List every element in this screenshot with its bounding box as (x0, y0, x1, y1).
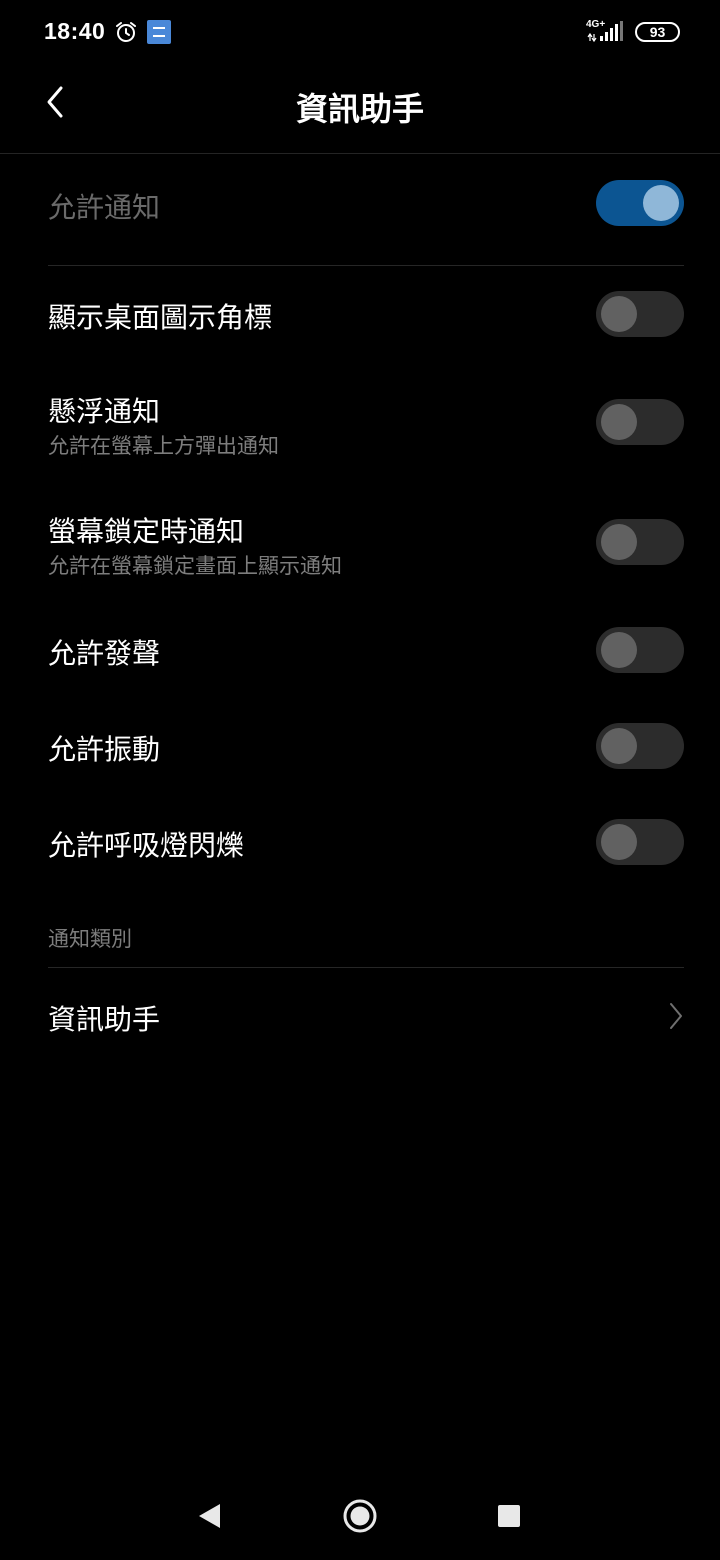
category-title: 資訊助手 (48, 1003, 161, 1036)
signal-strength-icon (587, 21, 623, 43)
setting-row-allow-vibration[interactable]: 允許振動 (0, 716, 720, 780)
setting-row-floating-notifications[interactable]: 懸浮通知 允許在螢幕上方彈出通知 (0, 386, 720, 466)
toggle-knob (601, 524, 637, 560)
setting-title: 顯示桌面圖示角標 (48, 301, 273, 334)
toggle-lockscreen-notifications[interactable] (596, 519, 684, 565)
setting-row-allow-sound[interactable]: 允許發聲 (0, 620, 720, 684)
settings-screen: 18:40 4G+ 93 資訊助手 允許通知 顯示桌面圖示角標 懸浮通知 允許在… (0, 0, 720, 1560)
app-notification-icon (147, 20, 171, 44)
category-row-news-assistant[interactable]: 資訊助手 (0, 986, 720, 1050)
alarm-clock-icon (116, 22, 136, 42)
divider (48, 967, 684, 968)
setting-title: 允許通知 (48, 191, 161, 224)
toggle-allow-vibration[interactable] (596, 723, 684, 769)
setting-title: 允許發聲 (48, 637, 161, 670)
toggle-knob (601, 404, 637, 440)
battery-icon: 93 (635, 22, 680, 42)
toggle-allow-led-blink[interactable] (596, 819, 684, 865)
battery-level: 93 (649, 24, 666, 40)
toggle-knob (601, 632, 637, 668)
setting-row-allow-led-blink[interactable]: 允許呼吸燈閃爍 (0, 812, 720, 876)
toggle-floating-notifications[interactable] (596, 399, 684, 445)
status-bar: 18:40 4G+ 93 (0, 0, 720, 64)
toggle-knob (601, 824, 637, 860)
toggle-knob (643, 185, 679, 221)
toggle-knob (601, 728, 637, 764)
setting-row-show-badge[interactable]: 顯示桌面圖示角標 (0, 284, 720, 348)
setting-row-lockscreen-notifications[interactable]: 螢幕鎖定時通知 允許在螢幕鎖定畫面上顯示通知 (0, 506, 720, 586)
toggle-show-badge[interactable] (596, 291, 684, 337)
status-time: 18:40 (44, 18, 106, 44)
nav-back-icon[interactable] (196, 1502, 222, 1530)
nav-recents-icon[interactable] (498, 1505, 520, 1527)
toggle-knob (601, 296, 637, 332)
toggle-allow-notifications[interactable] (596, 180, 684, 226)
toggle-allow-sound[interactable] (596, 627, 684, 673)
setting-row-allow-notifications[interactable]: 允許通知 (0, 172, 720, 236)
setting-title: 允許呼吸燈閃爍 (48, 829, 245, 862)
setting-title: 允許振動 (48, 733, 161, 766)
setting-title: 螢幕鎖定時通知 (48, 515, 245, 548)
setting-title: 懸浮通知 (48, 395, 161, 428)
nav-home-icon[interactable] (343, 1499, 377, 1533)
setting-subtitle: 允許在螢幕上方彈出通知 (48, 434, 279, 458)
divider (48, 265, 684, 266)
setting-subtitle: 允許在螢幕鎖定畫面上顯示通知 (48, 554, 342, 578)
app-header: 資訊助手 (0, 64, 720, 154)
chevron-right-icon (670, 1003, 682, 1029)
section-label-categories: 通知類別 (48, 927, 132, 951)
page-title: 資訊助手 (295, 90, 424, 128)
header-divider (0, 153, 720, 154)
